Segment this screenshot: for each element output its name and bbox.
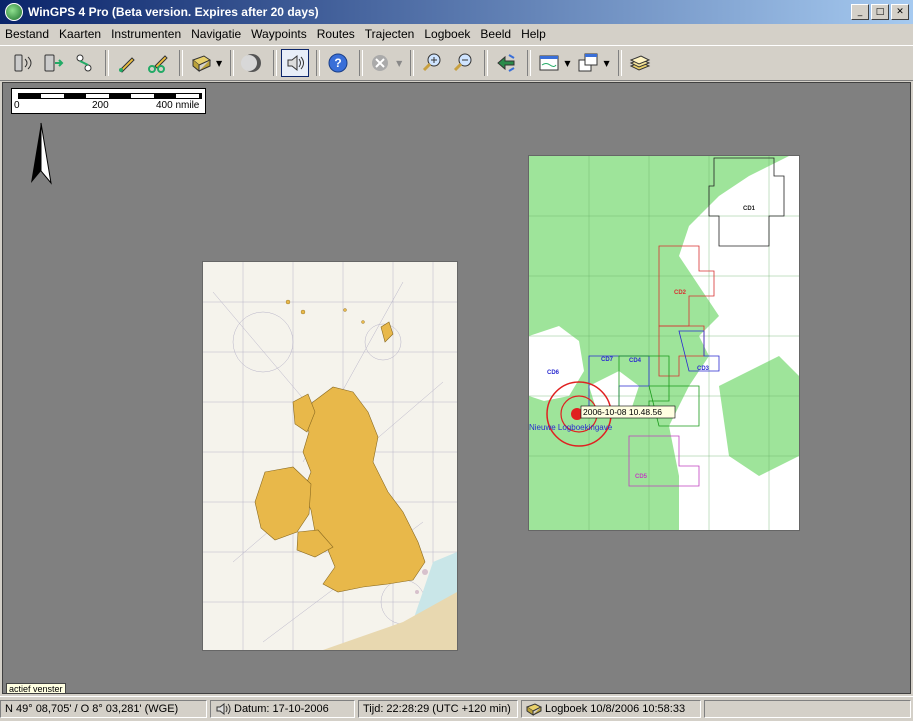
logbook-text: Logboek 10/8/2006 10:58:33 (545, 703, 686, 715)
chart-label-cd6: CD6 (547, 370, 560, 376)
logbook-entry-label[interactable]: 2006-10-08 10.48.56 (583, 407, 662, 417)
sound-button[interactable] (281, 49, 310, 77)
chart-library-button[interactable] (626, 49, 654, 77)
chart-label-cd2: CD2 (674, 290, 687, 296)
toolbar-separator (359, 50, 364, 76)
toolbar-separator (527, 50, 532, 76)
book-icon (192, 55, 212, 73)
scale-label-start: 0 (14, 100, 20, 111)
waypoint-arrow-icon (497, 54, 515, 72)
time-text: Tijd: 22:28:29 (UTC +120 min) (363, 703, 511, 715)
moon-icon (241, 54, 262, 72)
chevron-down-icon[interactable]: ▼ (603, 59, 609, 68)
toolbar-separator (410, 50, 415, 76)
goto-waypoint-button[interactable] (492, 49, 520, 77)
chevron-down-icon[interactable]: ▼ (216, 59, 222, 68)
datum-text: Datum: 17-10-2006 (234, 703, 329, 715)
map-view[interactable]: 0 200 400 nmile CD1 CD2 CD7 CD4 CD3 CD6 … (2, 82, 911, 694)
menu-routes[interactable]: Routes (312, 27, 360, 41)
north-arrow-icon (31, 122, 52, 185)
app-icon (5, 3, 23, 21)
speaker-icon (287, 54, 305, 72)
chart-label-cd3: CD3 (697, 366, 710, 372)
instrument-log-button[interactable] (39, 49, 67, 77)
help-icon: ? (328, 53, 348, 73)
menu-navigatie[interactable]: Navigatie (186, 27, 246, 41)
help-button[interactable]: ? (324, 49, 352, 77)
menu-instrumenten[interactable]: Instrumenten (106, 27, 186, 41)
status-position: N 49° 08,705' / O 8° 03,281' (WGE) (0, 700, 207, 718)
disconnect-button[interactable] (367, 49, 395, 77)
menu-bar: Bestand Kaarten Instrumenten Navigatie W… (0, 24, 913, 44)
chevron-down-icon[interactable]: ▼ (396, 59, 402, 68)
close-button[interactable]: ✕ (891, 4, 909, 20)
instrument-route-button[interactable] (70, 49, 98, 77)
windows-icon (578, 53, 598, 72)
chart-british-isles[interactable] (202, 261, 458, 651)
toolbar-separator (105, 50, 109, 76)
maximize-button[interactable]: □ (871, 4, 889, 20)
logbook-button[interactable] (187, 49, 215, 77)
menu-logboek[interactable]: Logboek (419, 27, 475, 41)
pencil-icon (119, 57, 135, 73)
menu-kaarten[interactable]: Kaarten (54, 27, 106, 41)
toolbar-separator (273, 50, 278, 76)
menu-trajecten[interactable]: Trajecten (360, 27, 420, 41)
night-mode-button[interactable] (238, 49, 266, 77)
status-time: Tijd: 22:28:29 (UTC +120 min) (358, 700, 518, 718)
chart-label-cd1: CD1 (743, 206, 756, 212)
status-datum: Datum: 17-10-2006 (210, 700, 355, 718)
close-mark-icon (372, 55, 389, 71)
chart-label-cd7: CD7 (601, 357, 614, 363)
chart-label-cd5: CD5 (635, 474, 648, 480)
status-empty (704, 700, 911, 718)
new-logbook-label[interactable]: Nieuwe Logboekingave (529, 423, 613, 432)
chart-baltic[interactable]: CD1 CD2 CD7 CD4 CD3 CD6 CD5 2006-10-08 1… (528, 155, 800, 531)
status-logbook[interactable]: Logboek 10/8/2006 10:58:33 (521, 700, 701, 718)
svg-text:?: ? (334, 56, 341, 70)
chevron-down-icon[interactable]: ▼ (564, 59, 570, 68)
menu-bestand[interactable]: Bestand (0, 27, 54, 41)
track-button[interactable] (144, 49, 172, 77)
chart-label-cd4: CD4 (629, 358, 642, 364)
windows-button[interactable] (574, 49, 602, 77)
minimize-button[interactable]: _ (851, 4, 869, 20)
menu-waypoints[interactable]: Waypoints (246, 27, 312, 41)
toolbar: ▼ ? ▼ ▼ ▼ (0, 45, 913, 81)
window-title: WinGPS 4 Pro (Beta version. Expires afte… (28, 5, 319, 19)
toolbar-separator (230, 50, 235, 76)
speaker-icon (216, 703, 231, 715)
window-button[interactable] (535, 49, 563, 77)
toolbar-separator (484, 50, 489, 76)
track-icon (148, 55, 168, 73)
menu-beeld[interactable]: Beeld (475, 27, 516, 41)
scale-label-mid: 200 (92, 100, 109, 111)
draw-button[interactable] (113, 49, 141, 77)
chart-stack-icon (629, 55, 650, 71)
active-window-label: actief venster (6, 683, 66, 693)
zoom-out-button[interactable] (449, 49, 477, 77)
instrument-gps-icon (14, 54, 32, 72)
window-icon (539, 55, 559, 71)
toolbar-separator (617, 50, 622, 76)
zoom-out-icon (454, 53, 472, 72)
zoom-in-button[interactable] (418, 49, 446, 77)
title-bar: WinGPS 4 Pro (Beta version. Expires afte… (0, 0, 913, 24)
status-bar: N 49° 08,705' / O 8° 03,281' (WGE) Datum… (0, 696, 913, 721)
toolbar-separator (316, 50, 321, 76)
chart-british-isles-image (203, 262, 457, 650)
zoom-in-icon (423, 53, 441, 72)
book-icon (526, 703, 542, 716)
instrument-route-icon (76, 54, 92, 72)
chart-baltic-image: CD1 CD2 CD7 CD4 CD3 CD6 CD5 2006-10-08 1… (529, 156, 799, 530)
menu-help[interactable]: Help (516, 27, 551, 41)
toolbar-separator (179, 50, 183, 76)
scale-label-end: 400 nmile (156, 100, 200, 111)
scale-bar: 0 200 400 nmile (11, 88, 206, 114)
instrument-log-icon (44, 54, 64, 72)
scale-ruler (18, 93, 202, 99)
position-text: N 49° 08,705' / O 8° 03,281' (WGE) (5, 703, 179, 715)
instrument-gps-button[interactable] (8, 49, 36, 77)
